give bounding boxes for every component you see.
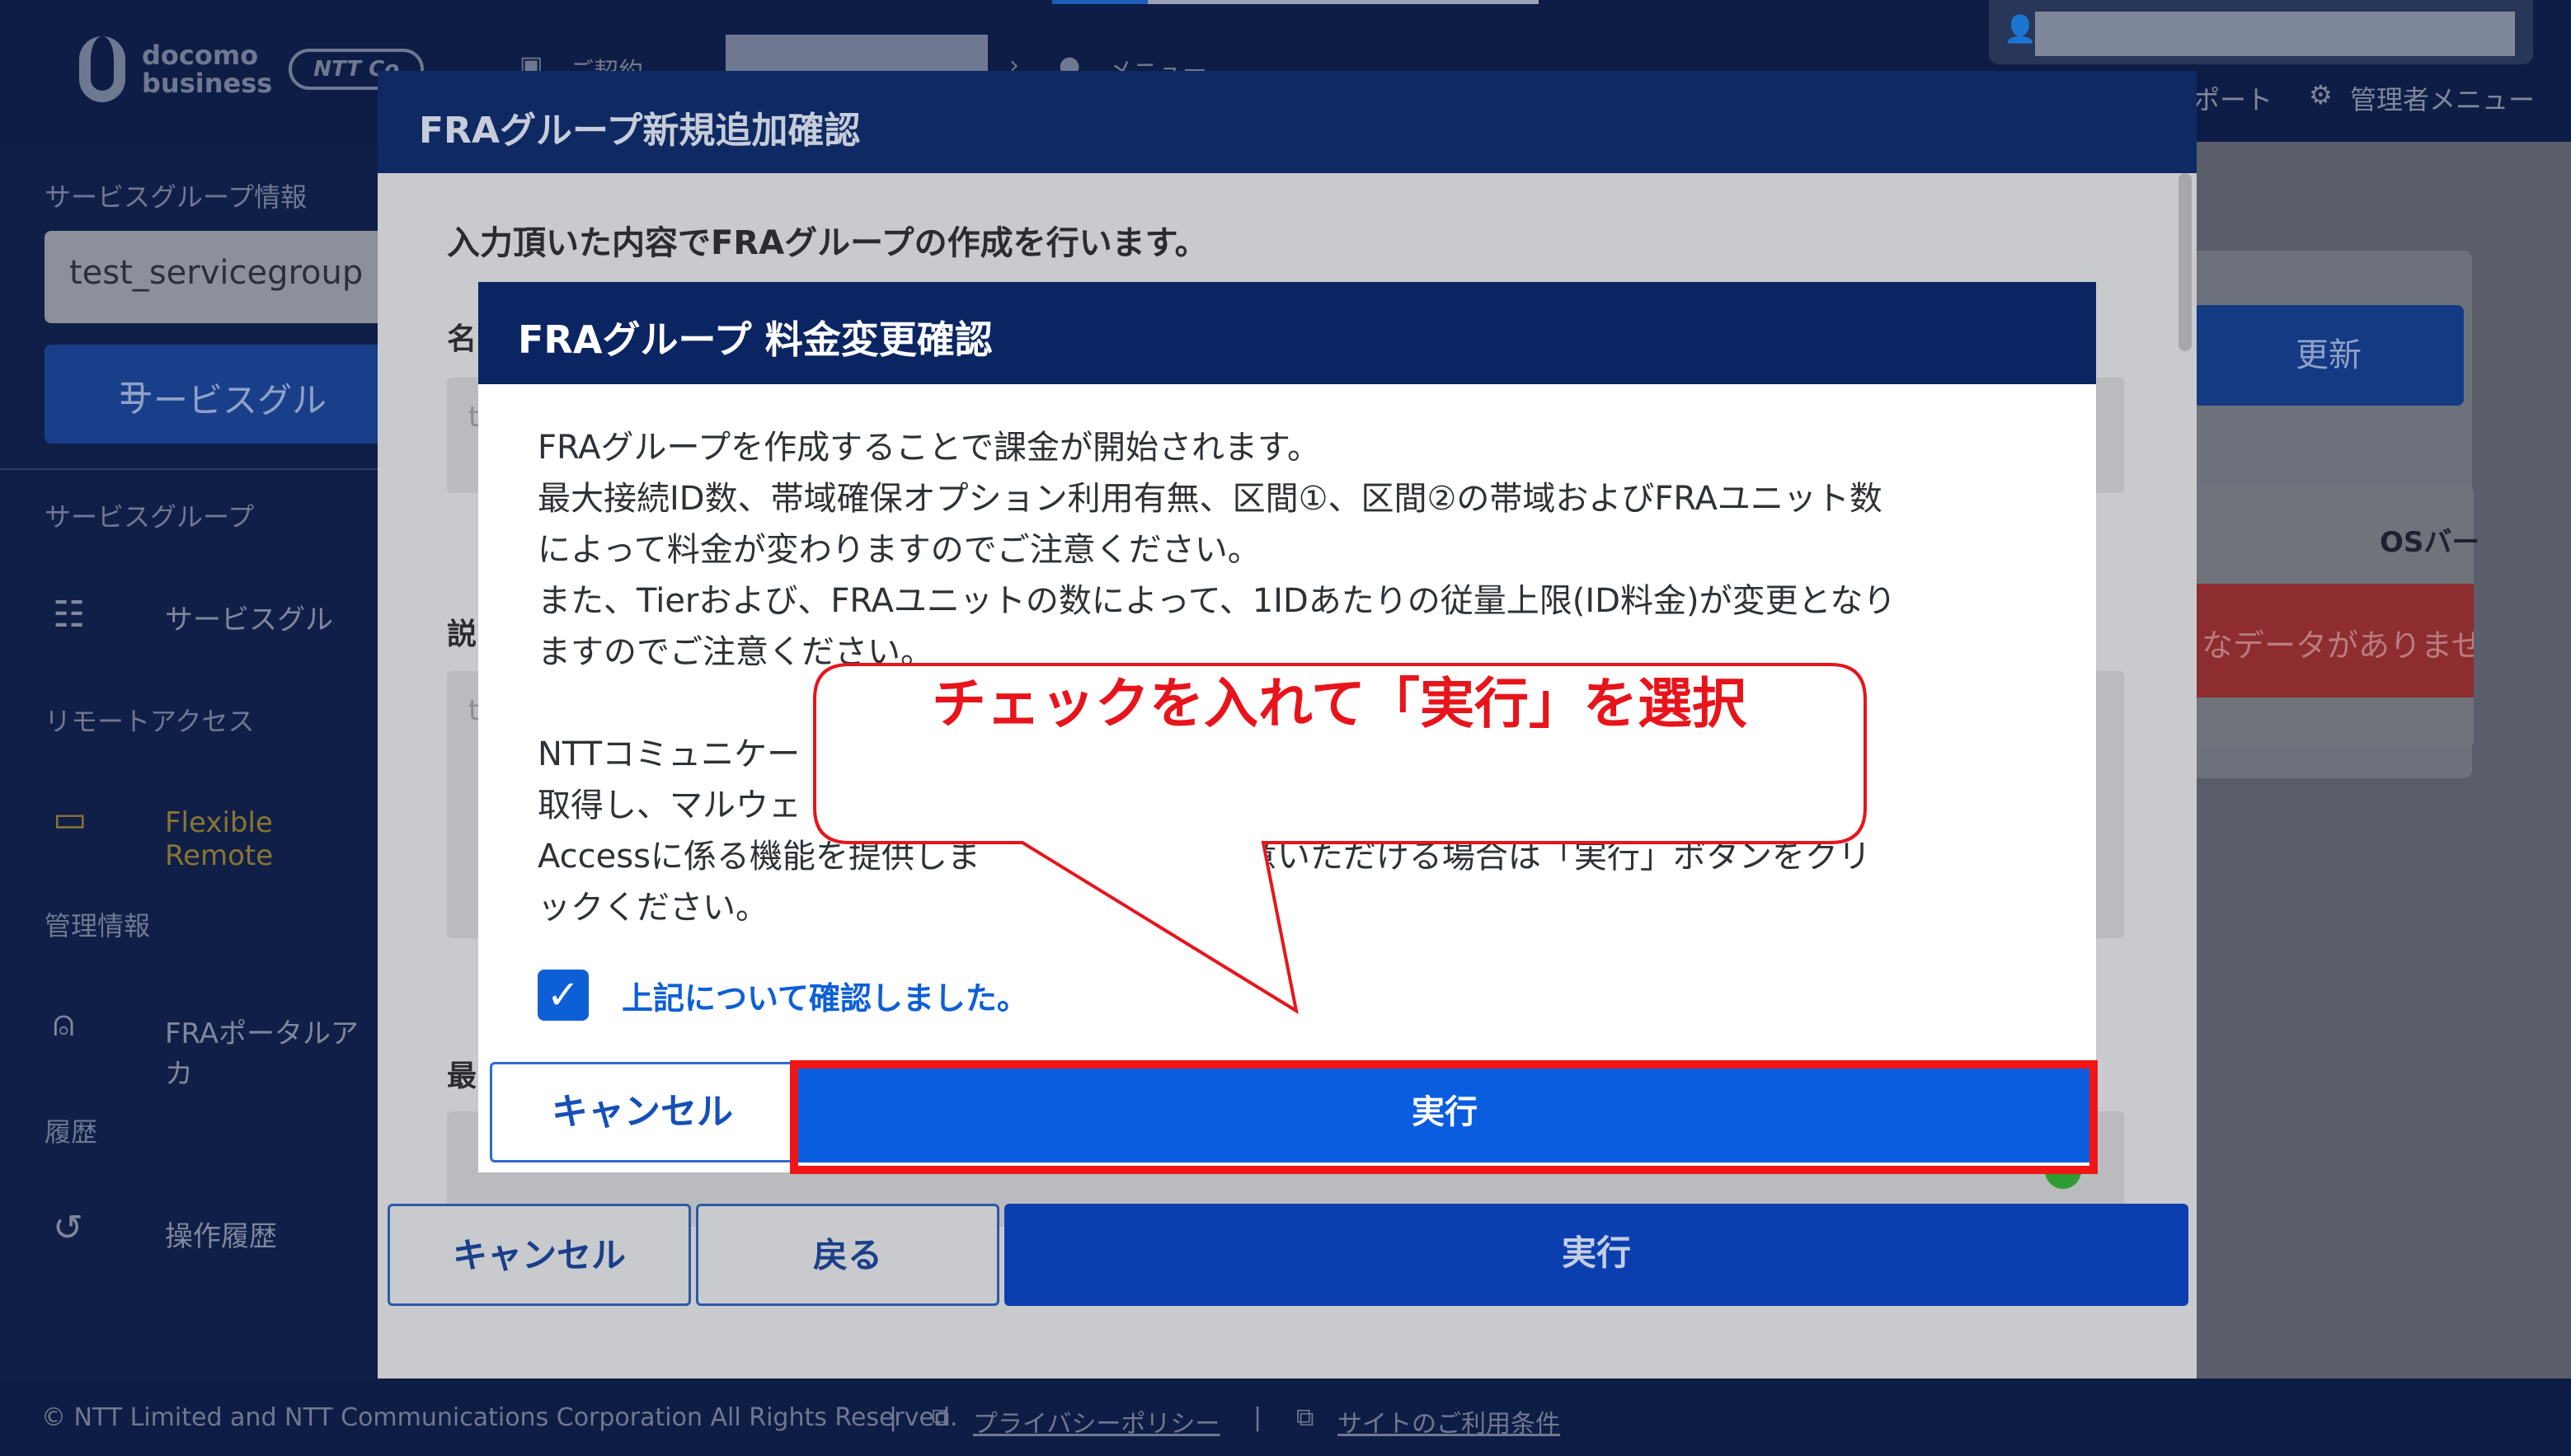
person-icon: ⍝ [53, 1003, 75, 1045]
loading-bar [1052, 0, 1539, 4]
modal2-cancel-button[interactable]: キャンセル [490, 1062, 795, 1162]
terms-of-use-link[interactable]: サイトのご利用条件 [1337, 1403, 1560, 1440]
admin-menu-link[interactable]: 管理者メニュー [2350, 79, 2535, 117]
section-remote-access: リモートアクセス [45, 706, 255, 737]
copyright-text: © NTT Limited and NTT Communications Cor… [41, 1403, 958, 1432]
privacy-policy-link[interactable]: プライバシーポリシー [973, 1403, 1220, 1440]
sidebar: サービスグループ情報 test_servicegroup ☰ サービスグル サー… [0, 142, 391, 1379]
docomo-logo-mark [79, 36, 125, 102]
modal1-label-name: 名 [447, 322, 477, 356]
fee-notice-text: FRAグループを作成することで課金が開始されます。 最大接続ID数、帯域確保オプ… [538, 429, 1897, 671]
service-group-button-label: サービスグル [119, 380, 327, 420]
modal1-execute-button[interactable]: 実行 [1004, 1204, 2188, 1306]
sidebar-item-service-group[interactable]: サービスグル [165, 597, 333, 637]
service-group-info-label: サービスグループ情報 [45, 181, 308, 213]
os-column-header: OSバー [2380, 526, 2480, 559]
modal1-label-max: 最 [447, 1059, 477, 1093]
footer-divider: | [889, 1403, 898, 1432]
modal1-intro: 入力頂いた内容でFRAグループの作成を行います。 [447, 224, 1208, 262]
external-link-icon: ⧉ [1296, 1403, 1314, 1432]
section-service-group: サービスグループ [45, 501, 255, 533]
logo-text-business: business [142, 68, 273, 99]
modal1-back-button[interactable]: 戻る [696, 1204, 999, 1306]
external-link-icon: ⧉ [932, 1403, 950, 1432]
callout-text: チェックを入れて「実行」を選択 [931, 672, 1747, 735]
laptop-icon: ▭ [53, 798, 87, 840]
sidebar-divider [0, 468, 378, 470]
user-name-redacted [2035, 12, 2515, 56]
confirm-checkbox[interactable]: ✓ [538, 970, 589, 1021]
list-icon: ☷ [53, 594, 86, 636]
no-data-banner: なデータがありませ [2193, 584, 2474, 697]
service-group-list-button[interactable]: ☰ サービスグル [45, 345, 391, 444]
footer-divider: | [1253, 1403, 1262, 1432]
confirm-checkbox-label[interactable]: 上記について確認しました。 [622, 973, 1028, 1018]
section-history: 履歴 [45, 1116, 98, 1148]
checkmark-icon: ✓ [546, 972, 580, 1018]
modal1-title: FRAグループ新規追加確認 [378, 71, 2197, 173]
list-icon: ☰ [119, 378, 146, 411]
logo-text-docomo: docomo [142, 40, 259, 71]
gear-icon: ⚙ [2309, 79, 2333, 110]
section-management: 管理情報 [45, 910, 151, 942]
page-footer: © NTT Limited and NTT Communications Cor… [0, 1379, 2571, 1456]
docomo-business-logo[interactable]: docomo business NTT Co [79, 36, 425, 102]
modal1-cancel-button[interactable]: キャンセル [388, 1204, 691, 1306]
user-account-box[interactable]: 👤 [1989, 0, 2533, 64]
sidebar-item-portal-account[interactable]: FRAポータルアカ [165, 1011, 378, 1092]
modal1-label-description: 説 [447, 618, 477, 651]
service-group-select[interactable]: test_servicegroup [45, 231, 391, 323]
modal2-title: FRAグループ 料金変更確認 [478, 282, 2096, 384]
execute-highlight-frame [790, 1060, 2098, 1174]
history-icon: ↺ [53, 1207, 83, 1249]
modal1-scrollbar[interactable] [2179, 173, 2192, 351]
update-button[interactable]: 更新 [2193, 305, 2464, 406]
sidebar-item-operation-history[interactable]: 操作履歴 [165, 1214, 277, 1254]
sidebar-item-flexible-remote[interactable]: Flexible Remote [165, 806, 378, 872]
support-link[interactable]: ポート [2193, 79, 2273, 117]
user-icon: 👤 [2004, 13, 2037, 45]
